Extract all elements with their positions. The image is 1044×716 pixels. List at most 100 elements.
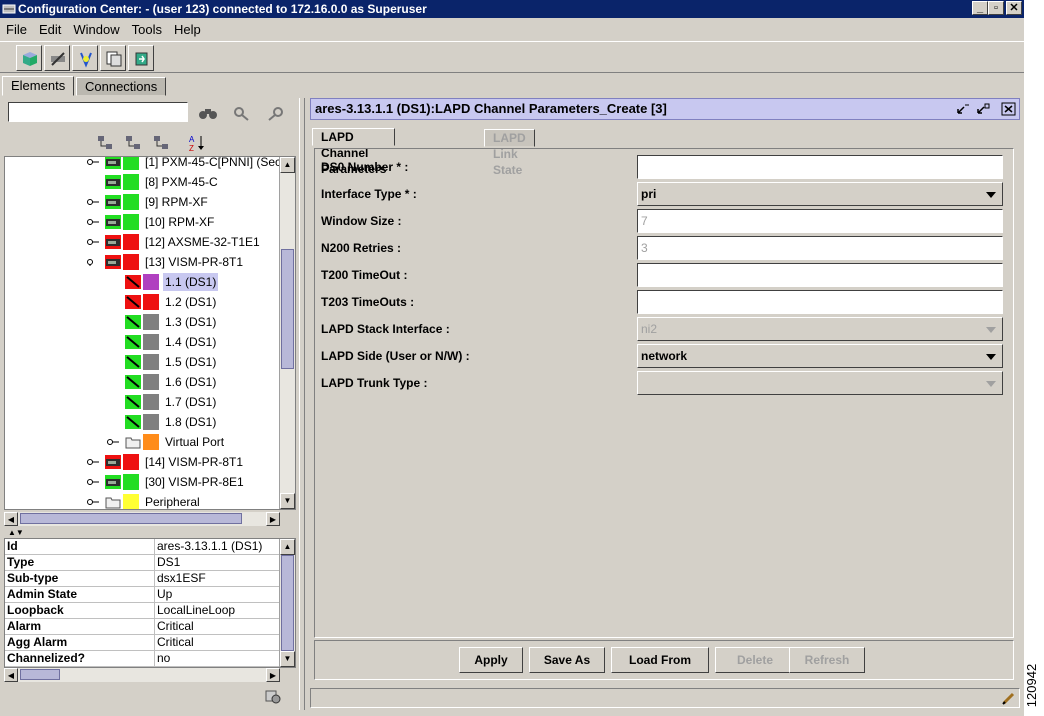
diagnostics-button[interactable] (72, 45, 98, 71)
menu-tools[interactable]: Tools (126, 20, 168, 40)
filter-tree-icon[interactable] (152, 134, 172, 152)
scroll-up-arrow[interactable]: ▲ (280, 157, 295, 173)
props-scroll-left[interactable]: ◀ (4, 668, 18, 682)
export-button[interactable] (128, 45, 154, 71)
apply-button[interactable]: Apply (459, 647, 523, 673)
tree-node[interactable]: [12] AXSME-32-T1E1 (5, 233, 279, 251)
save-as-button[interactable]: Save As (529, 647, 605, 673)
expand-node-icon[interactable] (107, 438, 119, 446)
element-tree[interactable]: [1] PXM-45-C[PNNI] (Sec [8] PXM-45-C [9] R… (4, 156, 296, 510)
tree-node-label[interactable]: Virtual Port (163, 433, 226, 451)
menu-file[interactable]: File (0, 20, 33, 40)
props-scroll-up[interactable]: ▲ (280, 539, 295, 555)
tree-node[interactable]: 1.7 (DS1) (5, 393, 279, 411)
minimize-button[interactable]: _ (972, 1, 988, 15)
tree-node[interactable]: [10] RPM-XF (5, 213, 279, 231)
tree-node[interactable]: 1.3 (DS1) (5, 313, 279, 331)
tree-node-label[interactable]: [13] VISM-PR-8T1 (143, 253, 245, 271)
tree-node[interactable]: [8] PXM-45-C (5, 173, 279, 191)
cube-button[interactable] (16, 45, 42, 71)
menu-help[interactable]: Help (168, 20, 207, 40)
menu-window[interactable]: Window (67, 20, 125, 40)
props-scroll-thumb[interactable] (281, 555, 294, 651)
close-button[interactable]: ✕ (1006, 1, 1022, 15)
tree-node-label[interactable]: [14] VISM-PR-8T1 (143, 453, 245, 471)
restore-panel-icon[interactable] (975, 102, 991, 116)
expand-node-icon[interactable] (87, 158, 99, 166)
tree-node-label[interactable]: 1.6 (DS1) (163, 373, 218, 391)
scroll-right-arrow[interactable]: ▶ (266, 512, 280, 526)
tree-node-label[interactable]: 1.7 (DS1) (163, 393, 218, 411)
load-from-button[interactable]: Load From (611, 647, 709, 673)
tree-node[interactable]: [13] VISM-PR-8T1 (5, 253, 279, 271)
field-input[interactable] (637, 155, 1003, 179)
scroll-down-arrow[interactable]: ▼ (280, 493, 295, 509)
tree-node-label[interactable]: 1.8 (DS1) (163, 413, 218, 431)
collapse-node-icon[interactable] (87, 258, 99, 266)
pane-divider[interactable] (299, 98, 305, 710)
refresh-button[interactable]: Refresh (789, 647, 865, 673)
tools-button[interactable] (44, 45, 70, 71)
expand-node-icon[interactable] (87, 218, 99, 226)
tree-node[interactable]: 1.8 (DS1) (5, 413, 279, 431)
tree-node-label[interactable]: [10] RPM-XF (143, 213, 216, 231)
delete-button[interactable]: Delete (715, 647, 795, 673)
sort-az-icon[interactable]: AZ (188, 134, 208, 152)
tree-node-label[interactable]: [30] VISM-PR-8E1 (143, 473, 246, 491)
expand-node-icon[interactable] (87, 238, 99, 246)
pencil-icon[interactable] (1001, 690, 1017, 706)
scroll-left-arrow[interactable]: ◀ (4, 512, 18, 526)
tree-scroll-thumb[interactable] (281, 249, 294, 369)
expand-tree-icon[interactable] (96, 134, 116, 152)
tree-node[interactable]: 1.2 (DS1) (5, 293, 279, 311)
tree-vertical-scrollbar[interactable]: ▲ ▼ (279, 157, 295, 509)
tree-node[interactable]: [30] VISM-PR-8E1 (5, 473, 279, 491)
find-next-icon[interactable] (232, 104, 252, 122)
tree-node-label[interactable]: 1.1 (DS1) (163, 273, 219, 291)
tree-node-label[interactable]: Peripheral (143, 493, 202, 509)
tree-node-label[interactable]: [12] AXSME-32-T1E1 (143, 233, 262, 251)
props-hscroll-thumb[interactable] (20, 669, 60, 680)
binoculars-icon[interactable] (198, 104, 218, 122)
tree-hscroll-thumb[interactable] (20, 513, 242, 524)
maximize-button[interactable]: ▫ (988, 1, 1004, 15)
field-input[interactable] (637, 263, 1003, 287)
tree-horizontal-scrollbar[interactable]: ◀ ▶ (4, 512, 280, 526)
tree-node-label[interactable]: 1.3 (DS1) (163, 313, 218, 331)
props-horizontal-scrollbar[interactable]: ◀ ▶ (4, 668, 280, 682)
tree-node-label[interactable]: [1] PXM-45-C[PNNI] (Sec (143, 157, 283, 171)
expand-node-icon[interactable] (87, 198, 99, 206)
expand-node-icon[interactable] (87, 478, 99, 486)
copy-button[interactable] (100, 45, 126, 71)
tree-node-label[interactable]: [8] PXM-45-C (143, 173, 220, 191)
menu-edit[interactable]: Edit (33, 20, 67, 40)
tree-node[interactable]: Peripheral (5, 493, 279, 509)
expand-node-icon[interactable] (87, 498, 99, 506)
collapse-tree-icon[interactable] (124, 134, 144, 152)
tree-node-label[interactable]: 1.5 (DS1) (163, 353, 218, 371)
props-scroll-down[interactable]: ▼ (280, 651, 295, 667)
tree-node[interactable]: [14] VISM-PR-8T1 (5, 453, 279, 471)
tree-node[interactable]: 1.6 (DS1) (5, 373, 279, 391)
tree-node[interactable]: [9] RPM-XF (5, 193, 279, 211)
field-dropdown[interactable]: pri (637, 182, 1003, 206)
tab-lapd-channel-parameters[interactable]: LAPD Channel Parameters (312, 128, 396, 176)
tree-node-label[interactable]: [9] RPM-XF (143, 193, 210, 211)
tree-node[interactable]: 1.1 (DS1) (5, 273, 279, 291)
field-dropdown[interactable]: network (637, 344, 1003, 368)
tree-node-label[interactable]: 1.4 (DS1) (163, 333, 218, 351)
find-previous-icon[interactable] (266, 104, 286, 122)
tab-elements[interactable]: Elements (2, 76, 75, 96)
close-panel-icon[interactable] (1001, 102, 1017, 116)
field-input[interactable] (637, 290, 1003, 314)
split-handle[interactable]: ▲▼ (8, 528, 24, 537)
tree-node[interactable]: 1.5 (DS1) (5, 353, 279, 371)
expand-node-icon[interactable] (87, 458, 99, 466)
tree-node[interactable]: 1.4 (DS1) (5, 333, 279, 351)
props-vertical-scrollbar[interactable]: ▲ ▼ (279, 539, 295, 667)
tree-node-label[interactable]: 1.2 (DS1) (163, 293, 218, 311)
minimize-panel-icon[interactable] (955, 102, 971, 116)
tree-node[interactable]: [1] PXM-45-C[PNNI] (Sec (5, 157, 281, 171)
tab-lapd-link-state[interactable]: LAPD Link State (484, 129, 535, 177)
search-input[interactable] (8, 102, 188, 122)
